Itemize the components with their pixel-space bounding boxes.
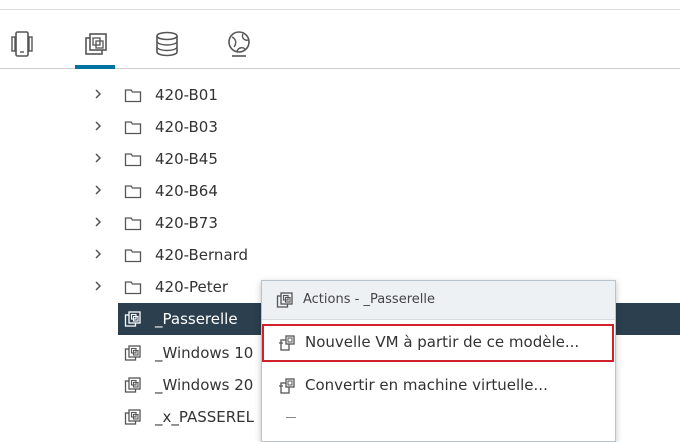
chevron-right-icon[interactable] [92, 120, 104, 132]
menu-item-new-vm-from-template[interactable]: Nouvelle VM à partir de ce modèle... [262, 324, 614, 362]
vm-template-icon [124, 377, 141, 393]
tree-folder-row[interactable]: 420-B73 [0, 207, 680, 239]
tree-folder-row[interactable]: 420-B03 [0, 111, 680, 143]
tree-item-label: _Windows 20 [155, 376, 254, 394]
context-menu-title: Actions - _Passerelle [303, 292, 435, 307]
database-icon [156, 31, 178, 57]
navigator-tabs [0, 10, 680, 69]
tree-item-label: _x_PASSEREL [155, 408, 255, 426]
vm-template-icon [124, 345, 141, 361]
chevron-right-icon[interactable] [92, 216, 104, 228]
vm-template-icon [124, 409, 141, 425]
chevron-right-icon[interactable] [92, 184, 104, 196]
chevron-right-icon[interactable] [92, 88, 104, 100]
folder-icon [124, 249, 142, 263]
folder-icon [124, 185, 142, 199]
menu-item-label: Nouvelle VM à partir de ce modèle... [305, 333, 580, 351]
menu-item-convert-to-vm[interactable]: Convertir en machine virtuelle... [262, 367, 615, 405]
folder-label: 420-B03 [155, 118, 218, 136]
folder-icon [124, 217, 142, 231]
tab-networking[interactable] [219, 24, 259, 64]
tab-hosts-clusters[interactable] [2, 24, 42, 64]
chevron-right-icon[interactable] [92, 280, 104, 292]
convert-vm-icon [279, 378, 295, 394]
tree-item-label: _Windows 10 [155, 344, 254, 362]
folder-label: 420-Peter [155, 278, 229, 296]
globe-icon [228, 31, 250, 57]
chevron-right-icon[interactable] [92, 152, 104, 164]
tree-folder-row[interactable]: 420-Bernard [0, 239, 680, 271]
folder-icon [124, 281, 142, 295]
tree-folder-row[interactable]: 420-B01 [0, 79, 680, 111]
context-menu: Actions - _Passerelle Nouvelle VM à part… [261, 280, 616, 442]
tab-vms-templates[interactable] [75, 24, 115, 64]
folder-icon [124, 89, 142, 103]
folder-icon [124, 153, 142, 167]
folder-label: 420-B45 [155, 150, 218, 168]
active-tab-indicator [75, 65, 115, 69]
chevron-right-icon[interactable] [92, 248, 104, 260]
menu-item-partial-icon [286, 417, 296, 421]
phone-icon [11, 31, 33, 57]
vm-copy-icon [85, 33, 107, 55]
new-vm-icon [279, 335, 295, 351]
folder-label: 420-B01 [155, 86, 218, 104]
folder-label: 420-B64 [155, 182, 218, 200]
folder-label: 420-B73 [155, 214, 218, 232]
folder-label: 420-Bernard [155, 246, 249, 264]
menu-item-label: Convertir en machine virtuelle... [305, 376, 548, 394]
tree-folder-row[interactable]: 420-B45 [0, 143, 680, 175]
tab-storage[interactable] [147, 24, 187, 64]
context-menu-header: Actions - _Passerelle [262, 281, 615, 320]
tree-item-label: _Passerelle [155, 310, 238, 328]
vm-template-icon [276, 292, 293, 308]
tree-folder-row[interactable]: 420-B64 [0, 175, 680, 207]
folder-icon [124, 121, 142, 135]
vm-template-icon [124, 311, 141, 327]
